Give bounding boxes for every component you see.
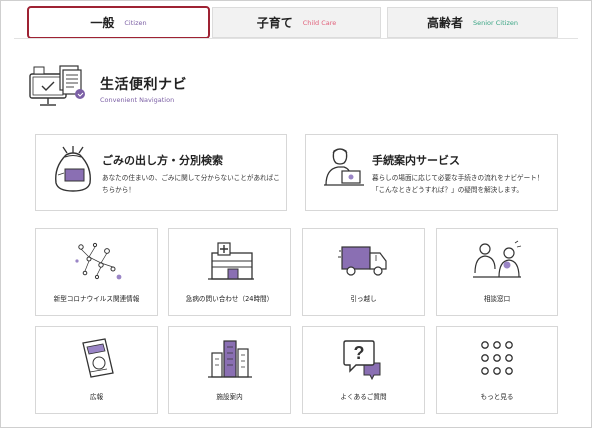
person-laptop-icon [324,148,364,186]
garbage-guide-description: あなたの住まいの、ごみに関して分からないことがあればこちらから！ [102,174,280,194]
tile-emergency[interactable]: 急病の問い合わせ（24時間） [168,228,291,316]
magazine-icon [81,338,114,378]
consultation-icon [473,240,522,278]
procedure-guide-description: 暮らしの場面に応じて必要な手続きの流れをナビゲート！「こんなときどうすれば？」の… [372,174,544,194]
tab-senior-citizen[interactable]: 高齢者 Senior Citizen [387,7,558,38]
hospital-icon [207,242,254,280]
virus-icon [74,242,121,280]
page-subtitle: Convenient Navigation [100,96,175,104]
tile-public-relations[interactable]: 広報 [35,326,158,414]
garbage-guide-title: ごみの出し方・分別検索 [102,154,223,167]
tile-public-relations-label: 広報 [89,393,104,401]
tile-consultation-label: 相談窓口 [483,295,511,303]
tile-consultation[interactable]: 相談窓口 [436,228,558,316]
tile-more[interactable]: もっと見る [436,326,558,414]
tab-senior-en-label: Senior Citizen [473,18,518,27]
faq-bubble-icon: ? [342,340,380,381]
grid-dots-icon [481,341,513,375]
tile-faq[interactable]: ? よくあるご質問 [302,326,425,414]
svg-text:?: ? [353,343,364,363]
tile-more-label: もっと見る [480,393,514,401]
tab-child-care-label: 子育て [256,16,293,30]
tab-child-care[interactable]: 子育て Child Care [212,7,381,38]
tile-facilities-label: 施設案内 [216,393,243,401]
tile-faq-label: よくあるご質問 [340,393,387,401]
tab-senior-label: 高齢者 [426,16,463,30]
procedure-guide-title: 手続案内サービス [372,154,460,167]
garbage-bag-icon [55,146,91,192]
moving-truck-icon [337,246,387,276]
tile-covid-info-label: 新型コロナウイルス関連情報 [53,295,140,303]
tab-child-care-en-label: Child Care [302,18,337,27]
tab-citizen-en-label: Citizen [124,18,147,27]
building-icon [207,340,252,378]
tab-divider [14,38,578,39]
tile-facilities[interactable]: 施設案内 [168,326,291,414]
tile-moving[interactable]: 引っ越し [302,228,425,316]
tile-moving-label: 引っ越し [350,295,377,303]
tile-covid-info[interactable]: 新型コロナウイルス関連情報 [35,228,158,316]
tile-emergency-label: 急病の問い合わせ（24時間） [185,295,274,303]
tab-citizen-label: 一般 [90,16,115,30]
procedure-guide-card[interactable]: 手続案内サービス 暮らしの場面に応じて必要な手続きの流れをナビゲート！「こんなと… [305,134,558,211]
tab-citizen[interactable]: 一般 Citizen [27,6,210,39]
page-title: 生活便利ナビ [100,77,187,93]
computer-documents-icon [29,65,85,106]
garbage-guide-card[interactable]: ごみの出し方・分別検索 あなたの住まいの、ごみに関して分からないことがあればこち… [35,134,287,211]
